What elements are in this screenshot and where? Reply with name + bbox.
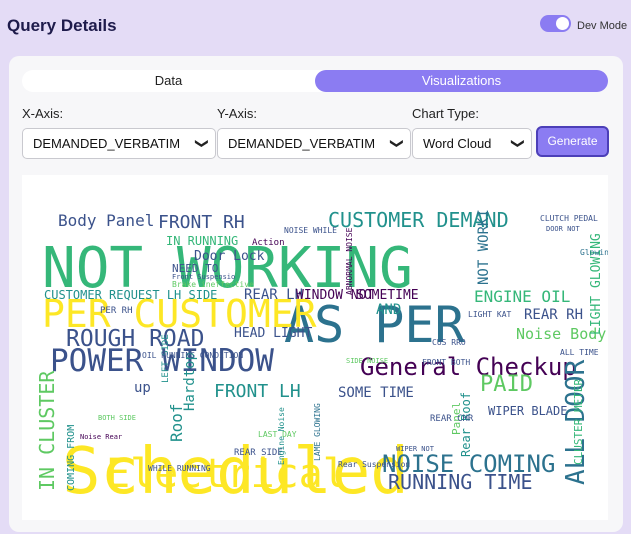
y-axis-label: Y-Axis: — [217, 106, 257, 121]
word-cloud-term: Rear Suspension — [338, 460, 410, 469]
word-cloud-term: LAME GLOWING — [313, 403, 322, 461]
word-cloud-term: WIPER BLADE — [488, 404, 567, 418]
generate-button[interactable]: Generate — [536, 126, 609, 157]
word-cloud-term: BOTH SIDE — [98, 414, 136, 422]
word-cloud-term: Electrical — [106, 451, 347, 497]
word-cloud-term: SIDE NOISE — [346, 357, 388, 365]
word-cloud-term: Brake ineffective — [172, 280, 254, 289]
word-cloud-term: Action — [252, 238, 285, 248]
word-cloud-term: SOME TIME — [338, 385, 414, 401]
view-tabs: Data Visualizations — [22, 70, 608, 92]
word-cloud-term: RUNNING TIME — [388, 470, 533, 494]
word-cloud-term: PER RH — [100, 306, 133, 316]
word-cloud-term: ROUGH ROAD — [66, 326, 204, 352]
word-cloud-term: FRONT BOTH — [422, 358, 470, 367]
word-cloud-term: ALL TIME — [560, 348, 599, 357]
word-cloud-term: SOMETIME — [356, 288, 419, 303]
word-cloud-term: Engine Noise — [277, 407, 286, 465]
word-cloud-term: REAR LH — [244, 287, 303, 303]
word-cloud-term: REAR RH — [524, 307, 583, 323]
word-cloud-term: REAR CHR — [430, 414, 474, 424]
tab-data[interactable]: Data — [22, 70, 315, 92]
visualization-area: Scheduled NOT WORKING AS PER PER CUSTOMER PO… — [22, 175, 608, 520]
word-cloud-term: FRONT LH — [214, 381, 301, 402]
word-cloud-term: ENGINE OIL — [474, 287, 570, 306]
word-cloud: ScheduledNOT WORKINGAS PERPER CUSTOMERPO… — [35, 208, 608, 509]
word-cloud-term: IN RUNNING — [166, 234, 238, 248]
word-cloud-term: COMING FROM — [66, 425, 77, 491]
word-cloud-term: HEAD LIGHT — [234, 326, 312, 341]
query-details-panel: Data Visualizations X-Axis: Y-Axis: Char… — [9, 56, 623, 532]
word-cloud-term: WHILE RUNNING — [148, 464, 211, 473]
x-axis-value: DEMANDED_VERBATIM — [33, 136, 181, 151]
word-cloud-term: Body Panel — [58, 211, 154, 230]
word-cloud-term: AND — [376, 302, 401, 318]
toggle-knob — [556, 17, 569, 30]
x-axis-label: X-Axis: — [22, 106, 64, 121]
word-cloud-term: PAID — [480, 372, 533, 397]
x-axis-select[interactable]: DEMANDED_VERBATIM ❯ — [22, 128, 216, 159]
word-cloud-term: Glowing To — [580, 248, 608, 257]
word-cloud-term: Hardtop — [182, 352, 198, 411]
dev-mode-label: Dev Mode — [577, 20, 628, 32]
tab-visualizations[interactable]: Visualizations — [315, 70, 608, 92]
word-cloud-term: OIL RUNNING CONDITION — [142, 351, 243, 360]
word-cloud-term: NOISE WHILE — [284, 226, 337, 235]
word-cloud-term: NOT WORKI — [476, 209, 492, 285]
chart-type-value: Word Cloud — [423, 136, 492, 151]
word-cloud-term: FRONT RH — [158, 212, 245, 233]
word-cloud-term: Front Suspensio — [172, 273, 235, 281]
chevron-down-icon: ❯ — [195, 138, 211, 149]
page-title: Query Details — [7, 16, 117, 35]
chart-type-select[interactable]: Word Cloud ❯ — [412, 128, 532, 159]
dev-mode-toggle[interactable] — [540, 15, 571, 32]
word-cloud-term: LIGHT KAT — [468, 310, 512, 319]
word-cloud-term: up — [134, 380, 151, 396]
word-cloud-term: CLUSTER METER — [572, 379, 585, 465]
word-cloud-term: IN CLUSTER — [35, 370, 59, 491]
word-cloud-term: DOOR NOT — [546, 225, 581, 233]
chart-type-label: Chart Type: — [412, 106, 479, 121]
word-cloud-term: CUS RRO — [432, 338, 466, 347]
chevron-down-icon: ❯ — [511, 138, 527, 149]
word-cloud-term: CLUTCH PEDAL — [540, 214, 598, 223]
word-cloud-term: WIPER NOT — [396, 445, 435, 453]
word-cloud-term: CUSTOMER REQUEST LH SIDE — [44, 288, 217, 302]
word-cloud-term: REAR SIDE — [234, 448, 283, 458]
y-axis-value: DEMANDED_VERBATIM — [228, 136, 376, 151]
chevron-down-icon: ❯ — [390, 138, 406, 149]
y-axis-select[interactable]: DEMANDED_VERBATIM ❯ — [217, 128, 411, 159]
word-cloud-term: Roof — [167, 403, 186, 442]
word-cloud-term: ABNORMAL NOISE — [345, 227, 354, 295]
word-cloud-term: Noise Rear — [80, 433, 122, 441]
header-bar: Query Details Dev Mode — [0, 0, 631, 54]
